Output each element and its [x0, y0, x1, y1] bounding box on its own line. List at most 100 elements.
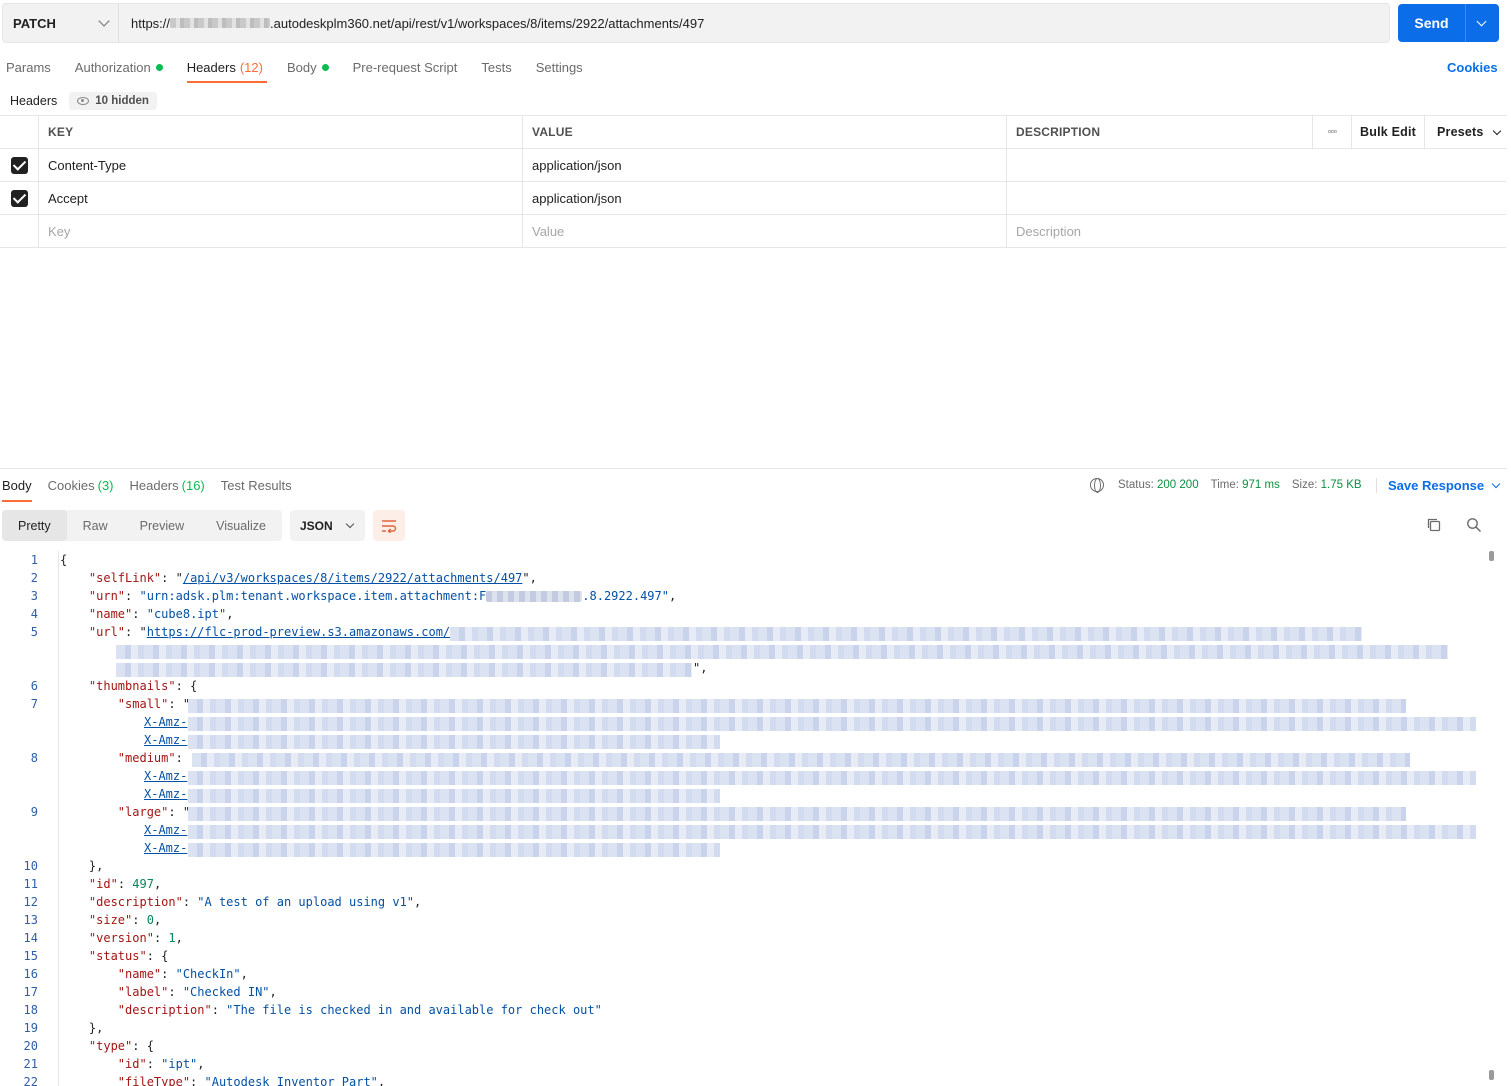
table-header-row: KEY VALUE DESCRIPTION ◦◦◦ Bulk Edit Pres…: [0, 116, 1506, 149]
hidden-count: 10 hidden: [95, 95, 149, 107]
key-cell[interactable]: Accept: [39, 182, 523, 214]
more-options-button[interactable]: ◦◦◦: [1313, 116, 1352, 148]
send-label: Send: [1414, 15, 1449, 31]
tab-authorization[interactable]: Authorization: [75, 58, 163, 76]
json-link[interactable]: X-Amz-: [144, 715, 187, 729]
tab-response-body[interactable]: Body: [2, 478, 32, 502]
tab-count: (12): [239, 59, 263, 75]
key-cell[interactable]: Content-Type: [39, 149, 523, 181]
line-number: 12: [23, 895, 38, 909]
scrollbar-thumb[interactable]: [1489, 551, 1494, 561]
json-key: "large": [117, 805, 169, 819]
url-prefix: https://: [131, 15, 171, 31]
scrollbar-thumb[interactable]: [1489, 1070, 1494, 1080]
line-number: 2: [30, 571, 38, 585]
hidden-headers-toggle[interactable]: 10 hidden: [69, 92, 157, 110]
save-response-label: Save Response: [1388, 478, 1485, 493]
redacted-text: [116, 663, 692, 677]
tab-response-headers[interactable]: Headers (16): [130, 478, 205, 493]
value-cell[interactable]: application/json: [523, 149, 1007, 181]
tab-headers[interactable]: Headers (12): [186, 58, 268, 83]
table-row: Content-Type application/json: [0, 149, 1506, 182]
code-line: X-Amz-: [144, 733, 187, 747]
json-link[interactable]: https://flc-prod-preview.s3.amazonaws.co…: [147, 625, 450, 639]
wrap-lines-button[interactable]: [372, 510, 405, 541]
tab-count: (16): [181, 478, 205, 493]
code-line: "id": 497,: [88, 877, 162, 891]
description-cell[interactable]: [1007, 149, 1506, 181]
json-link[interactable]: X-Amz-: [144, 823, 187, 837]
redacted-text: [192, 753, 1410, 767]
redacted-text: [188, 699, 1406, 713]
redacted-text: [188, 789, 720, 803]
send-button[interactable]: Send: [1398, 4, 1499, 42]
code-line: X-Amz-: [144, 787, 187, 801]
globe-icon[interactable]: [1090, 478, 1104, 493]
view-preview[interactable]: Preview: [124, 510, 200, 541]
tab-pre-request-script[interactable]: Pre-request Script: [353, 58, 458, 76]
redacted-text: [188, 735, 720, 749]
code-line: "size": 0,: [88, 913, 162, 927]
view-raw[interactable]: Raw: [67, 510, 124, 541]
json-number: 1: [168, 931, 176, 945]
save-response-button[interactable]: Save Response: [1376, 478, 1501, 493]
code-line: "selfLink": "/api/v3/workspaces/8/items/…: [88, 571, 537, 585]
tab-label: Settings: [535, 59, 583, 75]
json-key: "description": [88, 895, 183, 909]
eye-icon: [77, 97, 90, 105]
json-string: "Checked IN": [182, 985, 270, 999]
tab-body[interactable]: Body: [287, 58, 329, 76]
size-info[interactable]: Size: 1.75 KB: [1292, 479, 1362, 491]
code-line: "thumbnails": {: [88, 679, 198, 693]
view-pretty[interactable]: Pretty: [2, 510, 67, 541]
tab-test-results[interactable]: Test Results: [221, 478, 292, 493]
json-key: "thumbnails": [88, 679, 176, 693]
tab-response-cookies[interactable]: Cookies (3): [48, 478, 114, 493]
redacted-host: [170, 18, 271, 28]
tab-label: Test Results: [220, 478, 292, 493]
value-input[interactable]: Value: [523, 215, 1007, 247]
json-key: "selfLink": [88, 571, 162, 585]
line-number: 11: [23, 877, 38, 891]
line-number: 9: [30, 805, 38, 819]
tab-label: Body: [286, 59, 317, 75]
line-number: 3: [30, 589, 38, 603]
checkbox[interactable]: [10, 156, 28, 174]
tab-tests[interactable]: Tests: [481, 58, 511, 76]
key-input[interactable]: Key: [39, 215, 523, 247]
format-dropdown[interactable]: JSON: [289, 510, 365, 541]
line-number: 7: [30, 697, 38, 711]
json-link[interactable]: /api/v3/workspaces/8/items/2922/attachme…: [183, 571, 523, 585]
json-link[interactable]: X-Amz-: [144, 733, 187, 747]
json-key: "small": [117, 697, 169, 711]
size-value: 1.75 KB: [1320, 479, 1362, 491]
pane-divider[interactable]: [0, 468, 1506, 469]
chevron-down-icon[interactable]: [1476, 16, 1487, 26]
search-icon[interactable]: [1466, 517, 1482, 533]
time-info[interactable]: Time: 971 ms: [1211, 479, 1280, 491]
redacted-text: [188, 843, 720, 857]
line-number: 15: [23, 949, 38, 963]
view-visualize[interactable]: Visualize: [200, 510, 282, 541]
presets-dropdown[interactable]: Presets: [1425, 116, 1506, 148]
value-cell[interactable]: application/json: [523, 182, 1007, 214]
description-cell[interactable]: [1007, 182, 1506, 214]
checkbox[interactable]: [10, 189, 28, 207]
json-link[interactable]: X-Amz-: [144, 787, 187, 801]
chevron-down-icon: [1491, 479, 1501, 489]
cookies-link[interactable]: Cookies: [1447, 60, 1498, 75]
tab-settings[interactable]: Settings: [536, 58, 583, 76]
description-input[interactable]: Description: [1007, 215, 1506, 247]
json-link[interactable]: X-Amz-: [144, 769, 187, 783]
method-select[interactable]: PATCH: [3, 4, 119, 42]
response-body-editor[interactable]: 1 2 3 4 5 6 7 8 9 10 11 12 13 14 15 16 1…: [0, 551, 1490, 1086]
code-line: "label": "Checked IN",: [117, 985, 277, 999]
url-input[interactable]: https:// .autodeskplm360.net/api/rest/v1…: [119, 16, 704, 31]
bulk-edit-button[interactable]: Bulk Edit: [1352, 116, 1425, 148]
chevron-down-icon: [1492, 126, 1501, 135]
copy-icon[interactable]: [1426, 517, 1442, 533]
tab-label: Body: [2, 478, 32, 493]
json-link[interactable]: X-Amz-: [144, 841, 187, 855]
tab-params[interactable]: Params: [6, 58, 51, 76]
status-info[interactable]: Status: 200 200: [1118, 479, 1199, 491]
